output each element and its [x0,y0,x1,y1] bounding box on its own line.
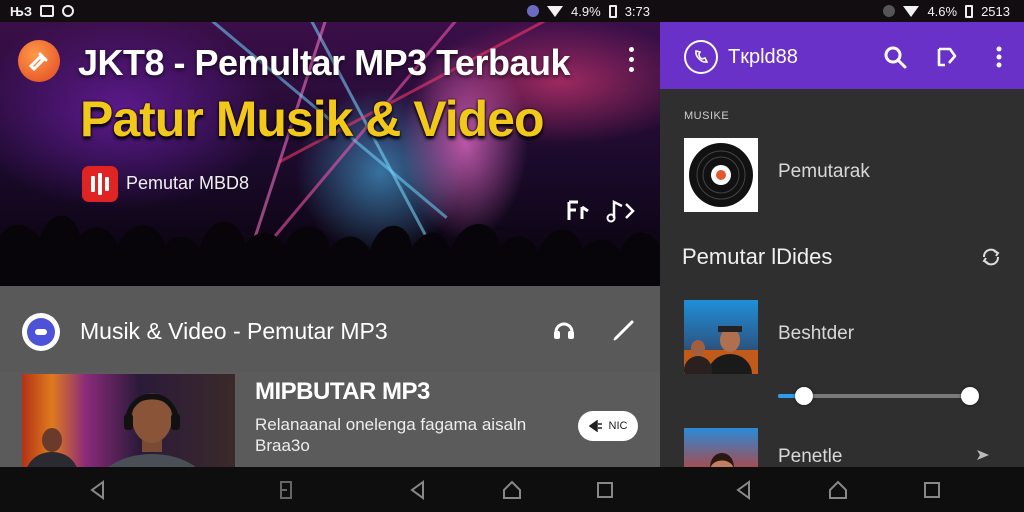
status-icons: ЊЗ [10,4,74,19]
chat-app-icon [22,313,60,351]
movie-thumbnail[interactable] [684,300,758,374]
playlist-icon[interactable] [566,199,592,223]
banner-actions [566,198,636,224]
background-person-image [26,428,78,469]
headphones-icon[interactable] [550,316,578,344]
banner-subtitle: Patur Musik & Video [80,91,545,147]
status-bar-left: ЊЗ 4.9% 3:73 [0,0,660,22]
item-label[interactable]: Pemutarak [778,161,870,183]
back-icon[interactable] [86,478,110,502]
card-description: Relanaanal onelenga fagama aisaln Braa3o [255,415,527,455]
section-heading: Pemutar lDides [682,244,833,269]
equalizer-badge-icon [82,166,118,202]
video-thumbnail[interactable] [22,374,235,469]
navigation-bar [0,467,1024,512]
search-icon[interactable] [882,44,908,70]
battery-percent: 4.9% [571,3,601,19]
share-icon[interactable] [974,446,992,464]
show-poster-image [710,453,734,467]
hero-banner[interactable]: JKT8 - Pemultar MP3 Terbauk Patur Musik … [0,22,660,286]
side-panel: Tкpld88 MUSIKE Pemutarak Pemutar lDides … [660,22,1024,467]
show-thumbnail[interactable] [684,428,758,467]
pill-label: NIC [608,420,628,432]
wifi-icon [903,5,920,17]
vinyl-thumbnail[interactable] [684,138,758,212]
media-icon [61,5,74,17]
play-icon [588,420,602,432]
cast-icon[interactable] [934,44,960,70]
person-with-headphones-image [105,393,199,469]
notification-icon [39,5,54,17]
row-title: Musik & Video - Pemutar MP3 [80,318,388,344]
overview-icon[interactable] [593,478,617,502]
app-logo-icon [18,40,60,82]
movie-poster-image [684,326,758,374]
music-note-icon[interactable] [606,198,636,224]
section-caption: MUSIKE [684,110,730,122]
phone-logo-icon[interactable] [684,40,718,74]
app-title: Tкpld88 [728,46,798,68]
home-icon[interactable] [826,478,850,502]
banner-title: JKT8 - Pemultar MP3 Terbauk [78,42,570,83]
back-icon[interactable] [732,478,756,502]
play-button[interactable]: NIC [578,411,638,441]
more-options-icon[interactable] [620,44,642,74]
battery-percent: 4.6% [927,3,958,19]
card-title: MIPBUTAR MP3 [255,378,430,405]
seek-slider[interactable] [778,386,992,406]
recents-icon[interactable] [274,478,298,502]
sync-status-icon [883,5,896,17]
back-icon[interactable] [406,478,430,502]
clock: 2513 [981,3,1010,19]
slider-start-knob[interactable] [795,387,813,405]
item-label[interactable]: Beshtder [778,323,854,345]
more-options-icon[interactable] [986,44,1012,70]
slider-end-knob[interactable] [961,387,979,405]
sync-status-icon [527,5,540,17]
battery-icon [965,4,974,18]
app-bar: Tкpld88 [660,22,1024,89]
battery-icon [608,4,617,18]
video-row-header[interactable]: Musik & Video - Pemutar MP3 [0,286,660,372]
item-label[interactable]: Penetle [778,446,842,467]
edit-pencil-icon[interactable] [610,316,638,344]
status-left-text: ЊЗ [10,3,32,19]
badge-label: Pemutar MBD8 [126,173,250,193]
status-bar-right: 4.6% 2513 [660,0,1024,22]
refresh-icon[interactable] [980,246,1002,268]
home-icon[interactable] [500,478,524,502]
clock: 3:73 [624,3,650,19]
wifi-icon [547,5,564,17]
vinyl-record-icon [684,138,758,212]
overview-icon[interactable] [920,478,944,502]
